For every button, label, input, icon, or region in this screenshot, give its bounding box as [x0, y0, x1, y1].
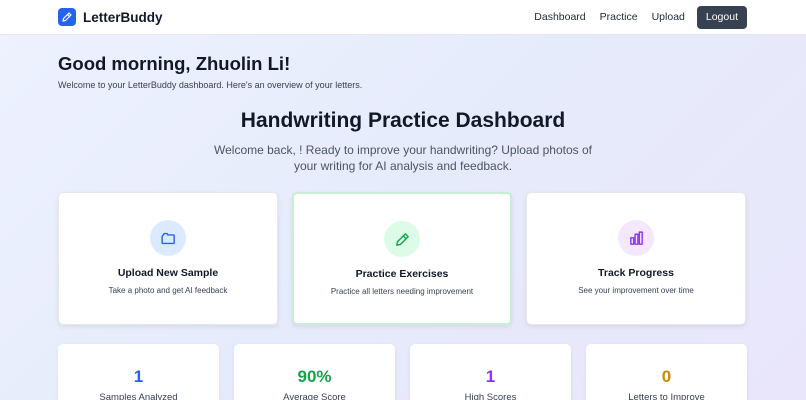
upload-icon	[160, 232, 175, 244]
page-subtitle: Welcome back, ! Ready to improve your ha…	[214, 143, 592, 173]
stat-value: 1	[133, 367, 144, 386]
brand-name: LetterBuddy	[83, 9, 163, 25]
pencil-icon-circle	[384, 221, 420, 257]
action-title: Practice Exercises	[355, 268, 449, 280]
practice-exercises-card[interactable]: Practice Exercises Practice all letters …	[292, 192, 512, 325]
stat-label: Samples Analyzed	[99, 392, 178, 400]
stat-label: Average Score	[283, 392, 346, 400]
upload-icon-circle	[150, 220, 186, 256]
stat-label: Letters to Improve	[628, 392, 705, 400]
greeting-subtitle: Welcome to your LetterBuddy dashboard. H…	[58, 80, 363, 90]
page-title: Handwriting Practice Dashboard	[240, 109, 566, 132]
nav-links: Dashboard Practice Upload Logout	[534, 5, 747, 29]
nav-link-dashboard[interactable]: Dashboard	[534, 11, 585, 23]
stat-card-samples: 1 Samples Analyzed	[58, 344, 219, 400]
stat-card-average-score: 90% Average Score	[234, 344, 395, 400]
top-navbar: LetterBuddy Dashboard Practice Upload Lo…	[0, 0, 806, 35]
upload-sample-card[interactable]: Upload New Sample Take a photo and get A…	[58, 192, 278, 325]
nav-link-upload[interactable]: Upload	[652, 11, 685, 23]
stat-card-letters-to-improve: 0 Letters to Improve	[586, 344, 747, 400]
brand[interactable]: LetterBuddy	[58, 8, 163, 26]
greeting-title: Good morning, Zhuolin Li!	[58, 53, 291, 74]
chart-icon-circle	[618, 220, 654, 256]
action-description: See your improvement over time	[578, 286, 694, 295]
action-description: Take a photo and get AI feedback	[108, 286, 228, 295]
stat-card-high-scores: 1 High Scores	[410, 344, 571, 400]
stat-value: 0	[661, 367, 672, 386]
pencil-logo-icon	[58, 8, 76, 26]
bar-chart-icon	[629, 230, 643, 245]
action-title: Upload New Sample	[117, 267, 219, 279]
track-progress-card[interactable]: Track Progress See your improvement over…	[526, 192, 746, 325]
logout-button[interactable]: Logout	[696, 5, 747, 29]
action-description: Practice all letters needing improvement	[330, 287, 474, 296]
stat-value: 1	[485, 367, 496, 386]
pencil-icon	[395, 232, 409, 246]
action-title: Track Progress	[598, 267, 674, 279]
nav-link-practice[interactable]: Practice	[600, 11, 638, 23]
stat-value: 90%	[297, 367, 332, 386]
stat-label: High Scores	[464, 392, 517, 400]
